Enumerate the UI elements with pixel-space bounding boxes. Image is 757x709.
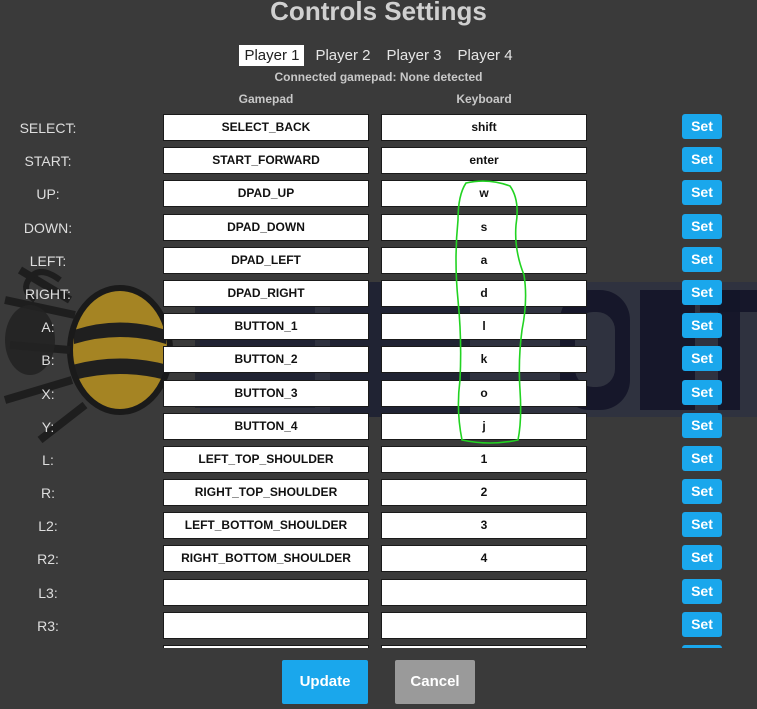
keyboard-binding-field[interactable]: o [381, 379, 587, 407]
binding-row: L: LEFT_TOP_SHOULDER 1 Set [0, 445, 757, 479]
gamepad-binding-field[interactable]: DPAD_DOWN [163, 213, 369, 241]
tab-player-4[interactable]: Player 4 [453, 45, 518, 66]
binding-label: RIGHT: [25, 285, 71, 302]
gamepad-binding-field[interactable] [163, 645, 369, 648]
binding-label: UP: [36, 186, 60, 203]
keyboard-binding-field[interactable]: shift [381, 114, 587, 141]
binding-label: B: [41, 352, 55, 369]
binding-label: X: [41, 385, 55, 402]
set-button[interactable]: Set [682, 645, 722, 648]
set-button[interactable]: Set [682, 180, 722, 206]
keyboard-binding-field[interactable]: 3 [381, 512, 587, 540]
binding-row: R: RIGHT_TOP_SHOULDER 2 Set [0, 479, 757, 512]
gamepad-binding-field[interactable]: BUTTON_3 [163, 379, 369, 407]
set-button[interactable]: Set [682, 213, 722, 239]
keyboard-binding-field[interactable] [381, 645, 587, 648]
gamepad-binding-field[interactable]: LEFT_BOTTOM_SHOULDER [163, 512, 369, 540]
keyboard-binding-field[interactable]: d [381, 279, 587, 307]
binding-row: DOWN: DPAD_DOWN s Set [0, 213, 757, 247]
binding-row: Y: BUTTON_4 j Set [0, 412, 757, 446]
player-tabs: Player 1 Player 2 Player 3 Player 4 [0, 45, 757, 66]
keyboard-binding-field[interactable]: k [381, 346, 587, 374]
set-button[interactable]: Set [682, 479, 722, 505]
binding-row: UP: DPAD_UP w Set [0, 180, 757, 213]
set-button[interactable]: Set [682, 346, 722, 372]
set-button[interactable]: Set [682, 147, 722, 173]
binding-label: LEFT: [29, 252, 67, 269]
binding-row: START: START_FORWARD enter Set [0, 147, 757, 180]
gamepad-binding-field[interactable] [163, 578, 369, 606]
tab-player-2[interactable]: Player 2 [310, 45, 375, 66]
binding-label: R3: [37, 617, 59, 634]
binding-label: SELECT: [19, 120, 77, 136]
set-button[interactable]: Set [682, 313, 722, 339]
binding-row: Set [0, 645, 757, 648]
gamepad-binding-field[interactable]: START_FORWARD [163, 147, 369, 175]
gamepad-binding-field[interactable]: SELECT_BACK [163, 114, 369, 141]
binding-label: L3: [38, 584, 58, 601]
binding-row: LEFT: DPAD_LEFT a Set [0, 246, 757, 280]
binding-row: L2: LEFT_BOTTOM_SHOULDER 3 Set [0, 512, 757, 545]
gamepad-binding-field[interactable]: BUTTON_2 [163, 346, 369, 374]
binding-row: RIGHT: DPAD_RIGHT d Set [0, 279, 757, 313]
binding-label: Y: [41, 418, 55, 435]
gamepad-binding-field[interactable]: DPAD_RIGHT [163, 279, 369, 307]
keyboard-binding-field[interactable]: l [381, 313, 587, 341]
keyboard-binding-field[interactable]: 2 [381, 479, 587, 507]
keyboard-binding-field[interactable]: 1 [381, 445, 587, 473]
set-button[interactable]: Set [682, 545, 722, 571]
tab-player-1[interactable]: Player 1 [239, 45, 305, 66]
keyboard-binding-field[interactable]: enter [381, 147, 587, 175]
binding-label: A: [41, 319, 55, 336]
keyboard-binding-field[interactable]: j [381, 412, 587, 440]
keyboard-binding-field[interactable]: w [381, 180, 587, 208]
binding-label: L2: [38, 518, 58, 535]
keyboard-binding-field[interactable]: s [381, 213, 587, 241]
keyboard-binding-field[interactable]: 4 [381, 545, 587, 573]
connected-gamepad-status: Connected gamepad: None detected [274, 70, 483, 84]
set-button[interactable]: Set [682, 114, 722, 139]
binding-label: DOWN: [23, 219, 73, 236]
gamepad-column-header: Gamepad [238, 92, 294, 106]
gamepad-binding-field[interactable]: DPAD_UP [163, 180, 369, 208]
gamepad-binding-field[interactable]: LEFT_TOP_SHOULDER [163, 445, 369, 473]
set-button[interactable]: Set [682, 445, 722, 471]
binding-row: L3: Set [0, 578, 757, 612]
binding-label: R2: [37, 551, 59, 568]
cancel-button[interactable]: Cancel [395, 660, 475, 704]
keyboard-binding-field[interactable] [381, 611, 587, 639]
gamepad-binding-field[interactable]: BUTTON_4 [163, 412, 369, 440]
binding-row: R2: RIGHT_BOTTOM_SHOULDER 4 Set [0, 545, 757, 578]
set-button[interactable]: Set [682, 578, 722, 604]
binding-label: R: [41, 485, 55, 502]
binding-label: L: [42, 451, 54, 468]
gamepad-binding-field[interactable]: RIGHT_BOTTOM_SHOULDER [163, 545, 369, 573]
bindings-list[interactable]: SELECT: SELECT_BACK shift Set START: START_FO… [0, 114, 757, 648]
binding-row: A: BUTTON_1 l Set [0, 313, 757, 346]
keyboard-column-header: Keyboard [456, 92, 512, 106]
dialog-title: Controls Settings [270, 0, 487, 26]
gamepad-binding-field[interactable]: RIGHT_TOP_SHOULDER [163, 479, 369, 507]
binding-row: R3: Set [0, 611, 757, 645]
update-button[interactable]: Update [282, 660, 368, 704]
binding-row: X: BUTTON_3 o Set [0, 379, 757, 413]
binding-label: START: [24, 153, 72, 170]
binding-row: SELECT: SELECT_BACK shift Set [0, 114, 757, 147]
set-button[interactable]: Set [682, 279, 722, 305]
binding-row: B: BUTTON_2 k Set [0, 346, 757, 379]
set-button[interactable]: Set [682, 412, 722, 438]
gamepad-binding-field[interactable]: DPAD_LEFT [163, 246, 369, 274]
set-button[interactable]: Set [682, 246, 722, 272]
set-button[interactable]: Set [682, 512, 722, 538]
tab-player-3[interactable]: Player 3 [382, 45, 447, 66]
gamepad-binding-field[interactable]: BUTTON_1 [163, 313, 369, 341]
keyboard-binding-field[interactable]: a [381, 246, 587, 274]
set-button[interactable]: Set [682, 379, 722, 405]
gamepad-binding-field[interactable] [163, 611, 369, 639]
keyboard-binding-field[interactable] [381, 578, 587, 606]
set-button[interactable]: Set [682, 611, 722, 637]
binding-label [0, 645, 96, 648]
